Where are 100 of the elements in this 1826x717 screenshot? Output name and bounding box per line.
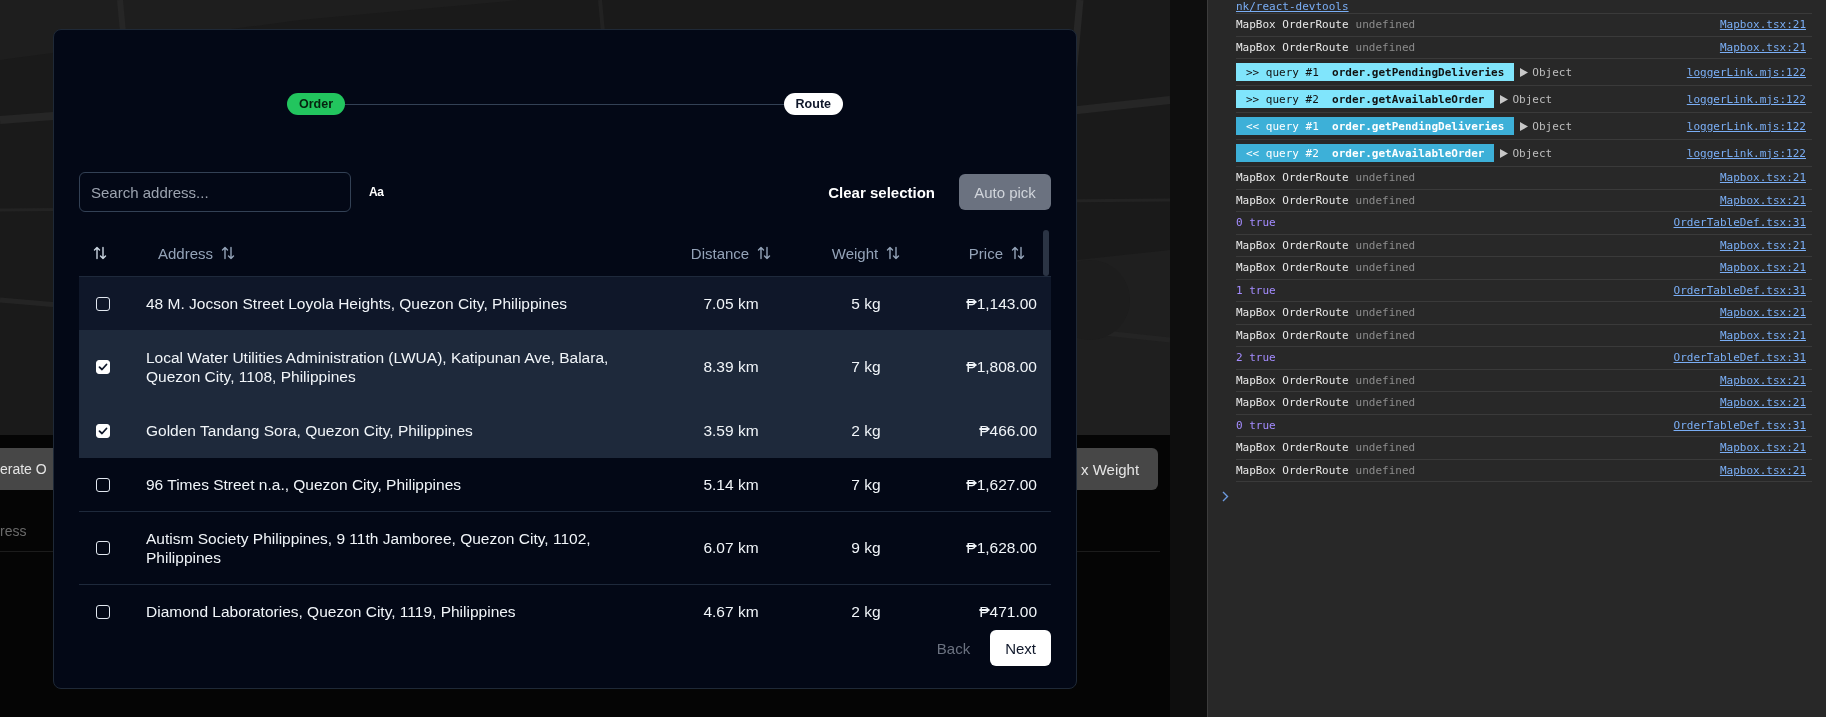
query-badge: << query #2 order.getAvailableOrder [1236, 144, 1495, 162]
log-value: undefined [1355, 373, 1416, 387]
table-cell: 7 kg [851, 475, 881, 494]
source-link[interactable]: Mapbox.tsx:21 [1719, 373, 1806, 387]
search-field[interactable]: Search address... [79, 172, 351, 212]
log-value: 0 true [1236, 216, 1276, 230]
log-value: 2 true [1236, 351, 1276, 365]
log-value: undefined [1355, 261, 1416, 275]
table-cell-text: Local Water Utilities Administration (LWUA), Katipunan Ave, Balara, Quezon City, 1108, Philippines [146, 348, 610, 386]
log-value: undefined [1355, 238, 1416, 252]
log-value: undefined [1355, 40, 1416, 54]
table-cell: 8.39 km [703, 358, 759, 376]
table-cell-text: 96 Times Street n.a., Quezon City, Philippines [146, 475, 463, 494]
table-cell-text: 48 M. Jocson Street Loyola Heights, Quezon City, Philippines [146, 294, 568, 313]
action-button[interactable]: x Weight [1077, 448, 1158, 490]
source-link[interactable]: OrderTableDef.tsx:31 [1673, 351, 1806, 365]
log-text: MapBox OrderRoute [1236, 396, 1349, 410]
expand-icon[interactable] [1500, 148, 1509, 158]
query-badge: << query #1 order.getPendingDeliveries [1236, 117, 1515, 135]
expand-icon[interactable] [1520, 67, 1529, 77]
log-value: undefined [1355, 463, 1416, 477]
table-cell: ₱1,143.00 [966, 294, 1037, 313]
log-value: 0 true [1236, 418, 1276, 432]
object-label[interactable]: Object [1532, 119, 1573, 133]
table-row[interactable]: 96 Times Street n.a., Quezon City, Philippines 5.14 km 7 kg ₱1,627.00 [79, 458, 1051, 512]
query-badge: >> query #1 order.getPendingDeliveries [1236, 63, 1515, 81]
source-link[interactable]: Mapbox.tsx:21 [1719, 441, 1806, 455]
log-text: MapBox OrderRoute [1236, 40, 1349, 54]
source-link[interactable]: OrderTableDef.tsx:31 [1673, 216, 1806, 230]
checkbox[interactable] [96, 477, 110, 492]
sort-icon[interactable] [93, 246, 107, 260]
source-link[interactable]: Mapbox.tsx:21 [1719, 40, 1806, 54]
log-text: MapBox OrderRoute [1236, 171, 1349, 185]
table-row[interactable]: Local Water Utilities Administration (LWUA), Katipunan Ave, Balara, Quezon City, 1108, Philippines 8.39 km 7 kg ₱1,808.00 [79, 331, 1051, 404]
log-text: MapBox OrderRoute [1236, 328, 1349, 342]
source-link[interactable]: Mapbox.tsx:21 [1719, 238, 1806, 252]
table-cell: 3.59 km [703, 421, 759, 440]
source-link[interactable]: Mapbox.tsx:21 [1719, 18, 1806, 32]
source-link[interactable]: loggerLink.mjs:122 [1686, 119, 1806, 133]
case-toggle[interactable]: Aa [369, 185, 384, 199]
table-cell-text: Diamond Laboratories, Quezon City, 1119, Philippines [146, 602, 517, 621]
source-link[interactable]: loggerLink.mjs:122 [1686, 146, 1806, 160]
table-cell: ₱1,808.00 [966, 358, 1037, 376]
source-link[interactable]: Mapbox.tsx:21 [1719, 306, 1806, 320]
column-header[interactable]: Price [968, 244, 1025, 262]
table-cell: 7.05 km [703, 294, 759, 313]
action-button[interactable]: erate O [0, 448, 53, 490]
log-text: MapBox OrderRoute [1236, 18, 1349, 32]
checkbox[interactable] [96, 541, 110, 555]
query-badge: >> query #2 order.getAvailableOrder [1236, 90, 1495, 108]
expand-icon[interactable] [1500, 94, 1509, 104]
source-link[interactable]: Mapbox.tsx:21 [1719, 396, 1806, 410]
column-header[interactable]: Weight [831, 244, 901, 262]
object-label[interactable]: Object [1512, 146, 1553, 160]
table-cell: 7 kg [851, 358, 881, 376]
log-value: undefined [1355, 171, 1416, 185]
log-value: undefined [1355, 306, 1416, 320]
source-link[interactable]: Mapbox.tsx:21 [1719, 463, 1806, 477]
object-label[interactable]: Object [1532, 65, 1573, 79]
table-cell: 2 kg [851, 602, 881, 621]
table-cell: 5 kg [851, 294, 881, 313]
checkbox[interactable] [96, 296, 110, 311]
source-link[interactable]: Mapbox.tsx:21 [1719, 261, 1806, 275]
table-cell: 5.14 km [703, 475, 759, 494]
clear-selection-button[interactable]: Clear selection [818, 175, 945, 209]
source-link[interactable]: OrderTableDef.tsx:31 [1673, 418, 1806, 432]
sort-icon [221, 246, 236, 260]
table-cell: ₱466.00 [979, 421, 1037, 440]
table-row[interactable]: Golden Tandang Sora, Quezon City, Philippines 3.59 km 2 kg ₱466.00 [79, 404, 1051, 458]
log-text: MapBox OrderRoute [1236, 373, 1349, 387]
log-text: MapBox OrderRoute [1236, 306, 1349, 320]
table-row[interactable]: 48 M. Jocson Street Loyola Heights, Quezon City, Philippines 7.05 km 5 kg ₱1,143.00 [79, 277, 1051, 331]
source-link[interactable]: loggerLink.mjs:122 [1686, 65, 1806, 79]
source-link[interactable]: loggerLink.mjs:122 [1686, 92, 1806, 106]
source-link[interactable]: Mapbox.tsx:21 [1719, 193, 1806, 207]
source-link[interactable]: OrderTableDef.tsx:31 [1673, 283, 1806, 297]
source-link[interactable]: Mapbox.tsx:21 [1719, 171, 1806, 185]
log-value: undefined [1355, 18, 1416, 32]
log-value: undefined [1355, 441, 1416, 455]
object-label[interactable]: Object [1512, 92, 1553, 106]
column-header[interactable]: Distance [690, 244, 772, 262]
log-text: MapBox OrderRoute [1236, 193, 1349, 207]
scrollbar[interactable] [1043, 230, 1049, 276]
source-link[interactable]: nk/react-devtools [1236, 0, 1349, 13]
source-link[interactable]: Mapbox.tsx:21 [1719, 328, 1806, 342]
log-value: undefined [1355, 328, 1416, 342]
step-badge: Order [287, 93, 346, 115]
checkbox[interactable] [96, 604, 110, 619]
expand-icon[interactable] [1520, 121, 1529, 131]
log-value: undefined [1355, 193, 1416, 207]
sort-icon [886, 246, 901, 260]
log-value: undefined [1355, 396, 1416, 410]
next-button[interactable]: Next [990, 630, 1051, 666]
table-row[interactable]: Autism Society Philippines, 9 11th Jamboree, Quezon City, 1102, Philippines 6.07 km 9 kg ₱1,628.00 [79, 512, 1051, 585]
log-value: 1 true [1236, 283, 1276, 297]
sort-icon [1011, 246, 1025, 260]
table-cell: 2 kg [851, 421, 881, 440]
column-header[interactable]: Address [158, 244, 236, 262]
table-cell: 4.67 km [703, 602, 759, 621]
table-cell-text: Golden Tandang Sora, Quezon City, Philippines [146, 421, 474, 440]
